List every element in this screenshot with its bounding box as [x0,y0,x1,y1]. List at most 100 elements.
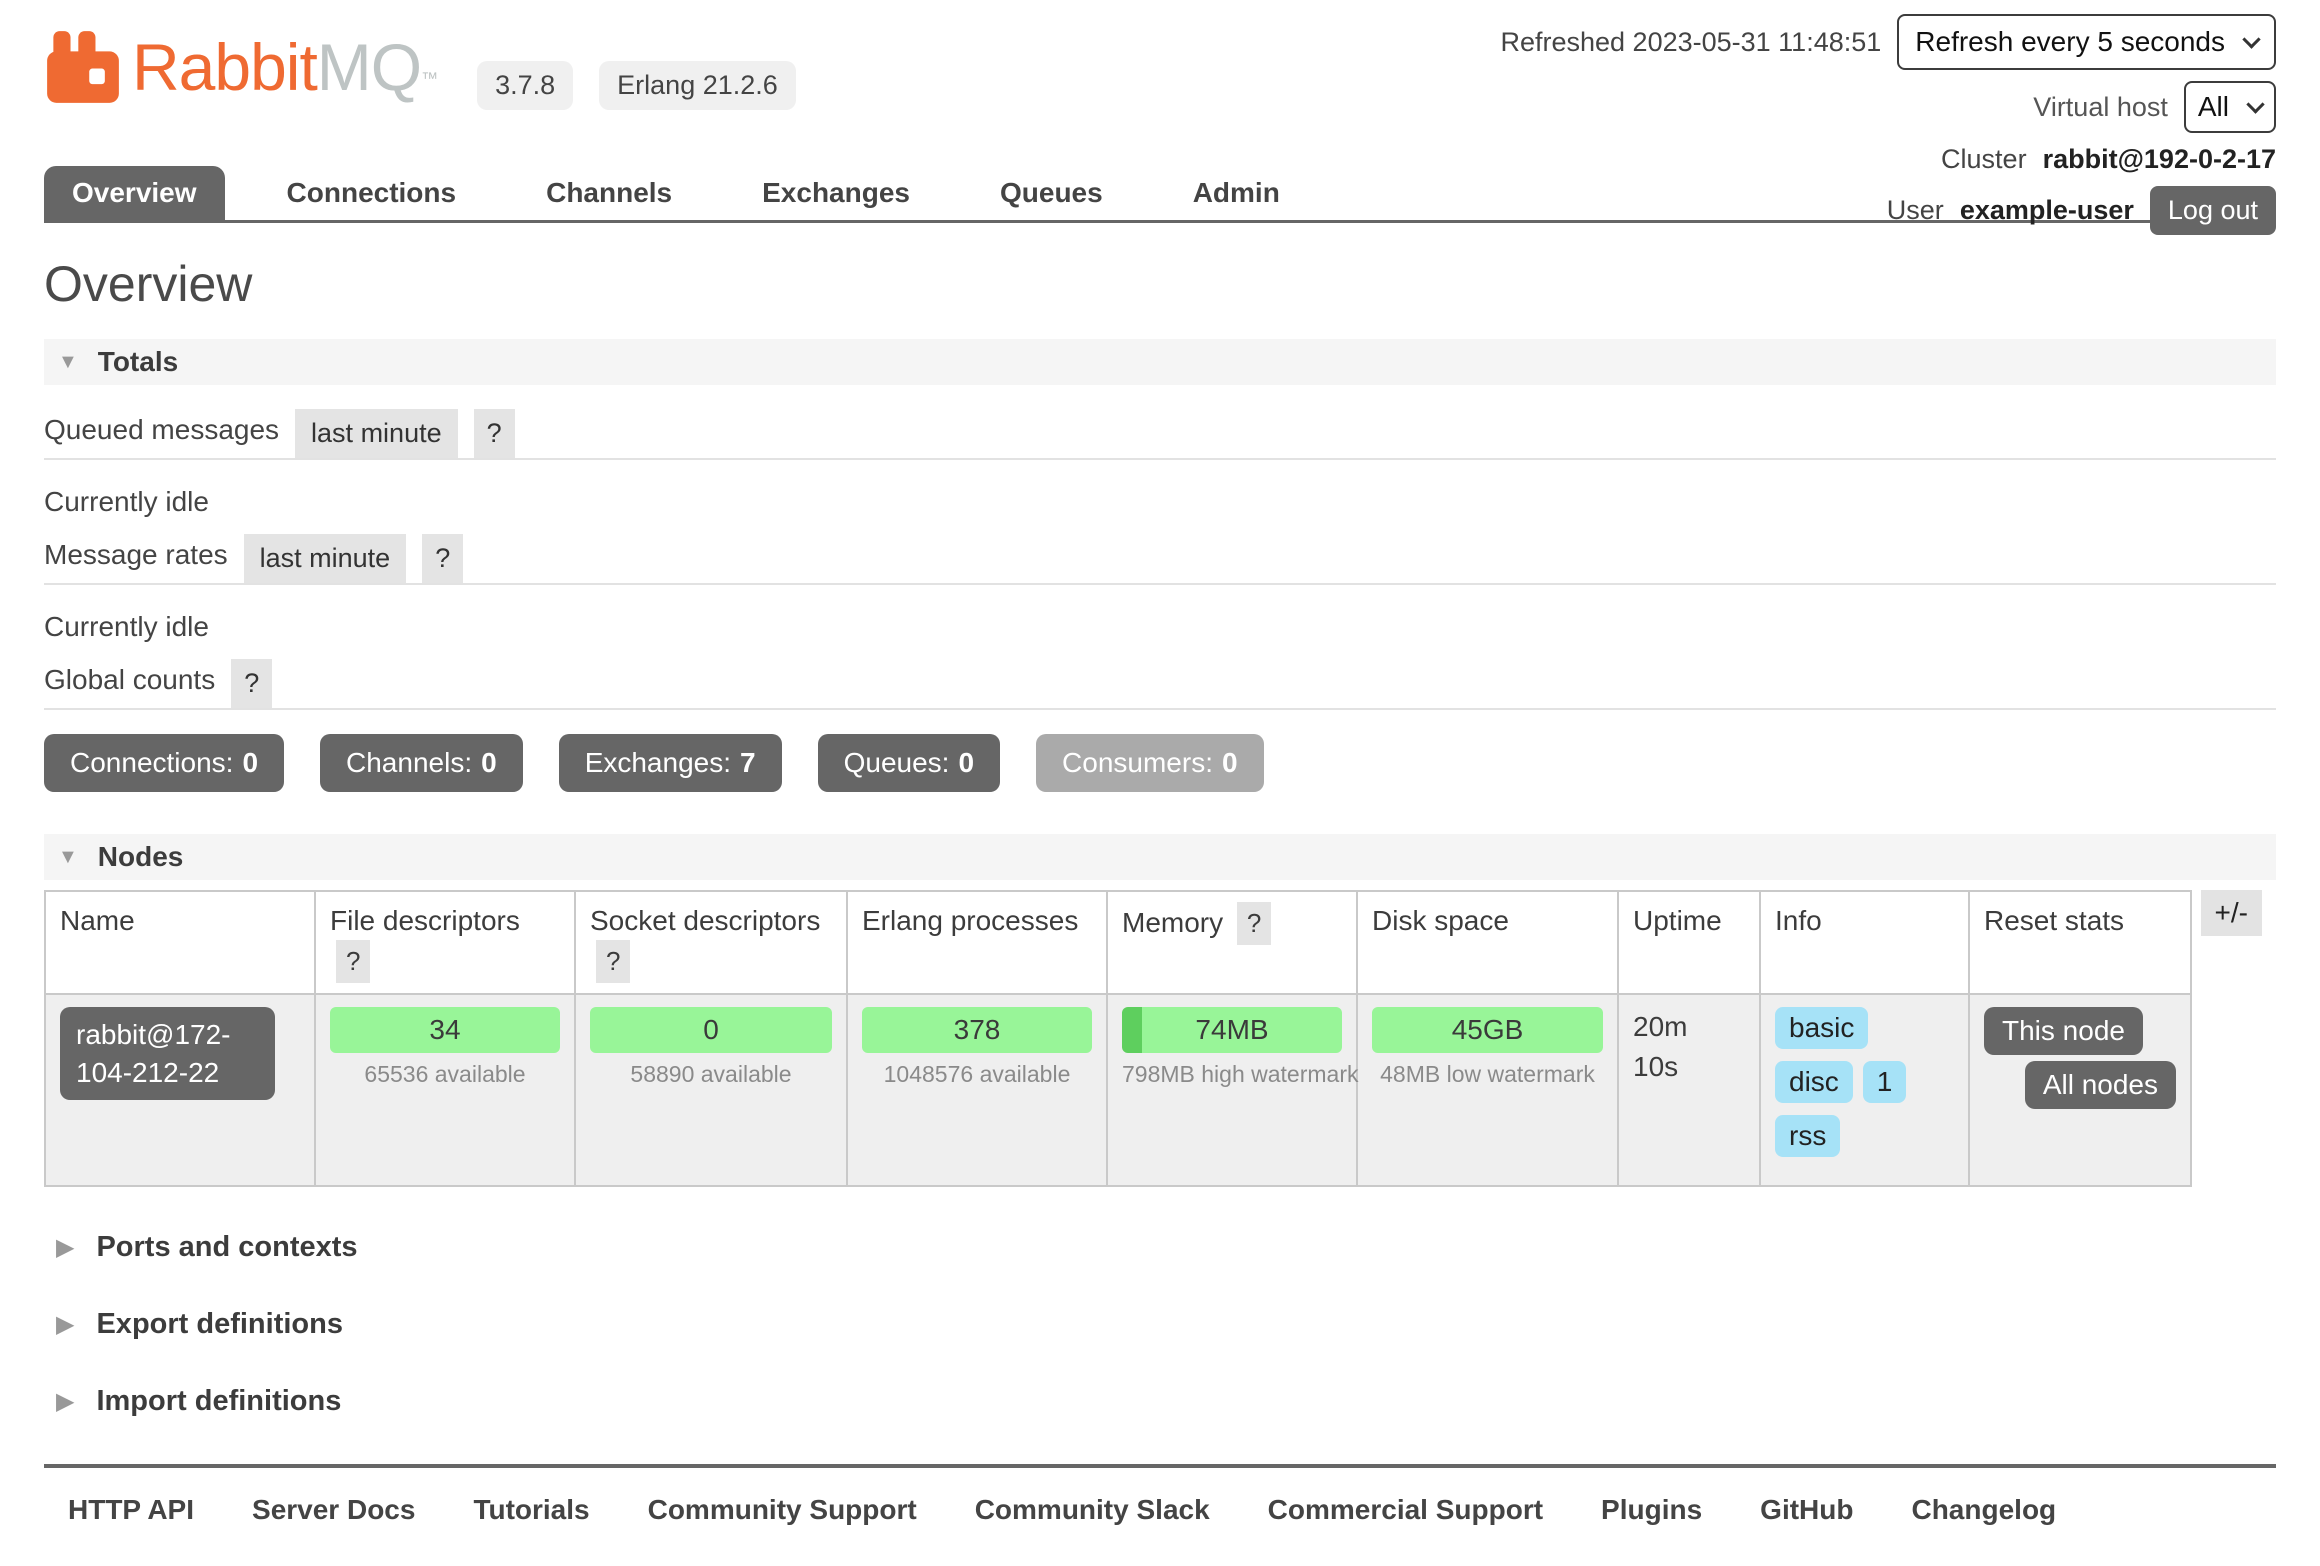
consumers-count-value: 0 [1222,747,1238,778]
nodes-table-wrap: +/- Name File descriptors ? Socket descr… [44,890,2276,1187]
socket-descriptors-cell: 0 58890 available [575,994,847,1186]
refresh-row: Refreshed 2023-05-31 11:48:51 Refresh ev… [1500,14,2276,70]
erlang-version-badge: Erlang 21.2.6 [599,61,796,110]
footer-link-http-api[interactable]: HTTP API [68,1494,194,1526]
footer-link-community-slack[interactable]: Community Slack [975,1494,1210,1526]
refreshed-timestamp: Refreshed 2023-05-31 11:48:51 [1500,27,1881,58]
erlang-processes-cell: 378 1048576 available [847,994,1107,1186]
virtual-host-label: Virtual host [2033,92,2168,123]
tab-connections[interactable]: Connections [259,166,485,220]
user-name: example-user [1960,195,2134,226]
footer-link-commercial-support[interactable]: Commercial Support [1268,1494,1543,1526]
queues-count-label: Queues: [844,747,950,778]
exchanges-count-button[interactable]: Exchanges:7 [559,734,782,792]
footer-link-github[interactable]: GitHub [1760,1494,1853,1526]
socket-descriptors-available: 58890 available [590,1061,832,1088]
reset-all-nodes-button[interactable]: All nodes [2025,1061,2176,1109]
logo-row: RabbitMQ™ 3.7.8 Erlang 21.2.6 [44,24,796,122]
channels-count-button[interactable]: Channels: 0 [320,734,523,792]
tab-channels[interactable]: Channels [518,166,700,220]
column-header-socket-descriptors: Socket descriptors ? [575,891,847,994]
nodes-section-title: Nodes [98,841,184,873]
column-header-reset-stats: Reset stats [1969,891,2191,994]
column-header-disk-space: Disk space [1357,891,1618,994]
queued-messages-range-tab[interactable]: last minute [295,409,458,458]
footer-link-community-support[interactable]: Community Support [648,1494,917,1526]
refresh-interval-value: Refresh every 5 seconds [1915,26,2225,58]
logout-button[interactable]: Log out [2150,186,2276,235]
disk-space-watermark: 48MB low watermark [1372,1061,1603,1088]
triangle-right-icon: ▶ [56,1387,74,1416]
export-definitions-section[interactable]: ▶ Export definitions [44,1308,2276,1341]
user-label: User [1887,195,1944,226]
triangle-down-icon: ▼ [58,351,78,374]
chevron-down-icon [2246,95,2264,113]
message-rates-help-button[interactable]: ? [422,534,463,583]
socket-descriptors-help-button[interactable]: ? [596,940,630,983]
ports-and-contexts-section[interactable]: ▶ Ports and contexts [44,1231,2276,1264]
node-row: rabbit@172-104-212-22 34 65536 available… [45,994,2191,1186]
totals-section-title: Totals [98,346,178,378]
columns-toggle-button[interactable]: +/- [2201,890,2262,936]
node-name-badge[interactable]: rabbit@172-104-212-22 [60,1007,275,1101]
footer-link-server-docs[interactable]: Server Docs [252,1494,415,1526]
global-counts-help-button[interactable]: ? [231,659,272,708]
footer-link-plugins[interactable]: Plugins [1601,1494,1702,1526]
header-status-block: Refreshed 2023-05-31 11:48:51 Refresh ev… [1500,14,2276,235]
triangle-down-icon: ▼ [58,846,78,869]
import-definitions-section[interactable]: ▶ Import definitions [44,1385,2276,1418]
channels-count-value: 0 [481,747,497,778]
message-rates-idle-text: Currently idle [44,611,2276,643]
version-badges: 3.7.8 Erlang 21.2.6 [477,61,796,110]
info-badge-basic: basic [1775,1007,1868,1049]
column-header-uptime: Uptime [1618,891,1760,994]
footer-link-changelog[interactable]: Changelog [1911,1494,2056,1526]
message-rates-row: Message rates last minute ? [44,534,2276,585]
connections-count-value: 0 [242,747,258,778]
queued-messages-help-button[interactable]: ? [474,409,515,458]
export-definitions-title: Export definitions [96,1308,343,1341]
memory-help-button[interactable]: ? [1237,902,1271,945]
info-badge-stats-index: 1 [1863,1061,1907,1103]
file-descriptors-bar: 34 [330,1007,560,1053]
exchanges-count-label: Exchanges: [585,747,731,778]
rabbitmq-logo[interactable]: RabbitMQ™ [44,24,437,122]
refresh-interval-select[interactable]: Refresh every 5 seconds [1897,14,2276,70]
tab-exchanges[interactable]: Exchanges [734,166,938,220]
column-header-memory: Memory ? [1107,891,1357,994]
queues-count-button[interactable]: Queues: 0 [818,734,1000,792]
channels-count-label: Channels: [346,747,472,778]
page-title: Overview [44,255,2276,313]
nodes-section-header[interactable]: ▼ Nodes [44,834,2276,880]
column-header-erlang-processes: Erlang processes [847,891,1107,994]
footer: HTTP API Server Docs Tutorials Community… [44,1464,2276,1566]
ports-and-contexts-title: Ports and contexts [96,1231,357,1264]
tab-admin[interactable]: Admin [1165,166,1308,220]
logo-tm-mark: ™ [421,69,437,88]
uptime-cell: 20m 10s [1618,994,1760,1186]
queued-messages-idle-text: Currently idle [44,486,2276,518]
socket-descriptors-bar: 0 [590,1007,832,1053]
rabbit-icon [44,24,122,110]
virtual-host-value: All [2198,91,2229,123]
file-descriptors-help-button[interactable]: ? [336,940,370,983]
cluster-name: rabbit@192-0-2-17 [2043,144,2276,175]
queues-count-value: 0 [958,747,974,778]
connections-count-button[interactable]: Connections:0 [44,734,284,792]
column-header-name: Name [45,891,315,994]
disk-space-cell: 45GB 48MB low watermark [1357,994,1618,1186]
message-rates-range-tab[interactable]: last minute [244,534,407,583]
info-badge-rss: rss [1775,1115,1840,1157]
tab-queues[interactable]: Queues [972,166,1131,220]
erlang-processes-bar: 378 [862,1007,1092,1053]
totals-section-header[interactable]: ▼ Totals [44,339,2276,385]
reset-this-node-button[interactable]: This node [1984,1007,2143,1055]
triangle-right-icon: ▶ [56,1310,74,1339]
consumers-count-label: Consumers: [1062,747,1213,778]
erlang-processes-available: 1048576 available [862,1061,1092,1088]
user-row: User example-user Log out [1887,186,2276,235]
file-descriptors-available: 65536 available [330,1061,560,1088]
virtual-host-select[interactable]: All [2184,81,2276,133]
tab-overview[interactable]: Overview [44,166,225,220]
footer-link-tutorials[interactable]: Tutorials [473,1494,589,1526]
